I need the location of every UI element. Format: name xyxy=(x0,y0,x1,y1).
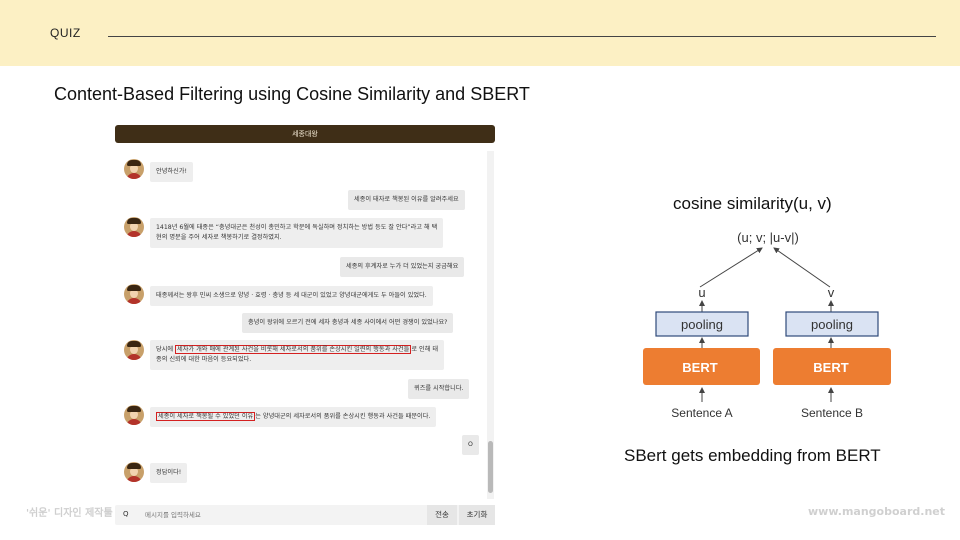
message-text: 는 양녕대군의 세자로서의 품위를 손상시킨 행동과 사건들 때문이다. xyxy=(255,413,431,420)
pooling-right-label: pooling xyxy=(811,317,853,332)
watermark-right: www.mangoboard.net xyxy=(808,505,945,518)
bot-avatar xyxy=(124,217,144,237)
sentence-b-label: Sentence B xyxy=(801,406,863,420)
page-title: Content-Based Filtering using Cosine Sim… xyxy=(54,84,530,104)
message-line: 현의 명분을 주어 세자로 책봉하기로 결정하였지. xyxy=(156,234,282,241)
message-line: 종의 신뢰에 대한 마음이 등요되었다. xyxy=(156,356,252,363)
quiz-label: QUIZ xyxy=(50,26,81,40)
highlighted-text: 세자가 개와 매에 관계된 사건을 비롯해 세자로서의 품위를 손상시킨 일련의… xyxy=(175,345,412,354)
sbert-diagram: (u; v; |u-v|) u v pooling pooling BERT B… xyxy=(643,230,891,420)
sentence-a-label: Sentence A xyxy=(671,406,732,420)
user-message: 충녕이 왕위에 오르기 전에 세자 충녕과 세종 사이에서 어떤 경쟁이 있었나… xyxy=(242,313,454,333)
bot-message: 태종께서는 왕후 민씨 소생으로 양녕 · 효령 · 충녕 등 세 대군이 있었… xyxy=(150,286,433,306)
header-divider xyxy=(108,36,936,37)
message-input[interactable] xyxy=(145,507,427,523)
watermark-left: '쉬운' 디자인 제작툴 xyxy=(26,508,113,519)
bot-message: 당시에 세자가 개와 매에 관계된 사건을 비롯해 세자로서의 품위를 손상시킨… xyxy=(150,340,445,370)
bert-left-label: BERT xyxy=(682,360,717,375)
message-line: 당시에 세자가 개와 매에 관계된 사건을 비롯해 세자로서의 품위를 손상시킨… xyxy=(156,345,438,355)
bot-avatar xyxy=(124,284,144,304)
diagram-title: cosine similarity(u, v) xyxy=(673,194,832,213)
send-button[interactable]: 전송 xyxy=(427,505,457,525)
chat-scrollbar[interactable] xyxy=(487,151,494,499)
bot-message: 세종이 세자로 책봉될 수 있었던 이유 는 양녕대군의 세자로서의 품위를 손상… xyxy=(150,407,437,427)
bot-avatar xyxy=(124,405,144,425)
bert-right-label: BERT xyxy=(813,360,848,375)
message-text: 당시에 xyxy=(156,346,176,353)
highlighted-text: 세종이 세자로 책봉될 수 있었던 이유 xyxy=(156,412,256,421)
chat-input-bar: Q 전송 초기화 xyxy=(115,505,495,525)
bot-avatar xyxy=(124,159,144,179)
arrow-left-to-output xyxy=(699,247,763,288)
diagram-caption: SBert gets embedding from BERT xyxy=(624,446,881,465)
message-text: 로 인해 태 xyxy=(411,346,439,353)
bot-message: 안녕하신가! xyxy=(150,162,193,182)
top-banner: QUIZ xyxy=(0,0,960,66)
bot-message: 정답이다! xyxy=(150,463,188,483)
message-line: 1418년 6월에 태종은 “충녕대군은 천성이 총민하고 학문에 독실하며 정… xyxy=(156,224,438,231)
reset-button[interactable]: 초기화 xyxy=(459,505,495,525)
bot-message: 1418년 6월에 태종은 “충녕대군은 천성이 총민하고 학문에 독실하며 정… xyxy=(150,218,444,248)
user-message: O xyxy=(462,435,479,455)
scrollbar-thumb[interactable] xyxy=(488,441,493,493)
bot-avatar xyxy=(124,462,144,482)
user-message: 세종이 태자로 책봉된 이유를 알려주세요 xyxy=(348,190,465,210)
arrow-right-to-output xyxy=(773,247,831,288)
user-message: 퀴즈를 시작합니다. xyxy=(408,379,470,399)
v-label: v xyxy=(828,285,835,300)
input-prefix: Q xyxy=(123,510,129,518)
bot-avatar xyxy=(124,340,144,360)
chat-header-title: 세종대왕 xyxy=(115,125,495,143)
chat-window: 세종대왕 안녕하신가! 세종이 태자로 책봉된 이유를 알려주세요 1418년 … xyxy=(107,125,495,525)
output-label: (u; v; |u-v|) xyxy=(737,230,799,245)
u-label: u xyxy=(698,285,705,300)
user-message: 세종의 후계자로 누가 더 있었는지 궁금해요 xyxy=(340,257,465,277)
pooling-left-label: pooling xyxy=(681,317,723,332)
